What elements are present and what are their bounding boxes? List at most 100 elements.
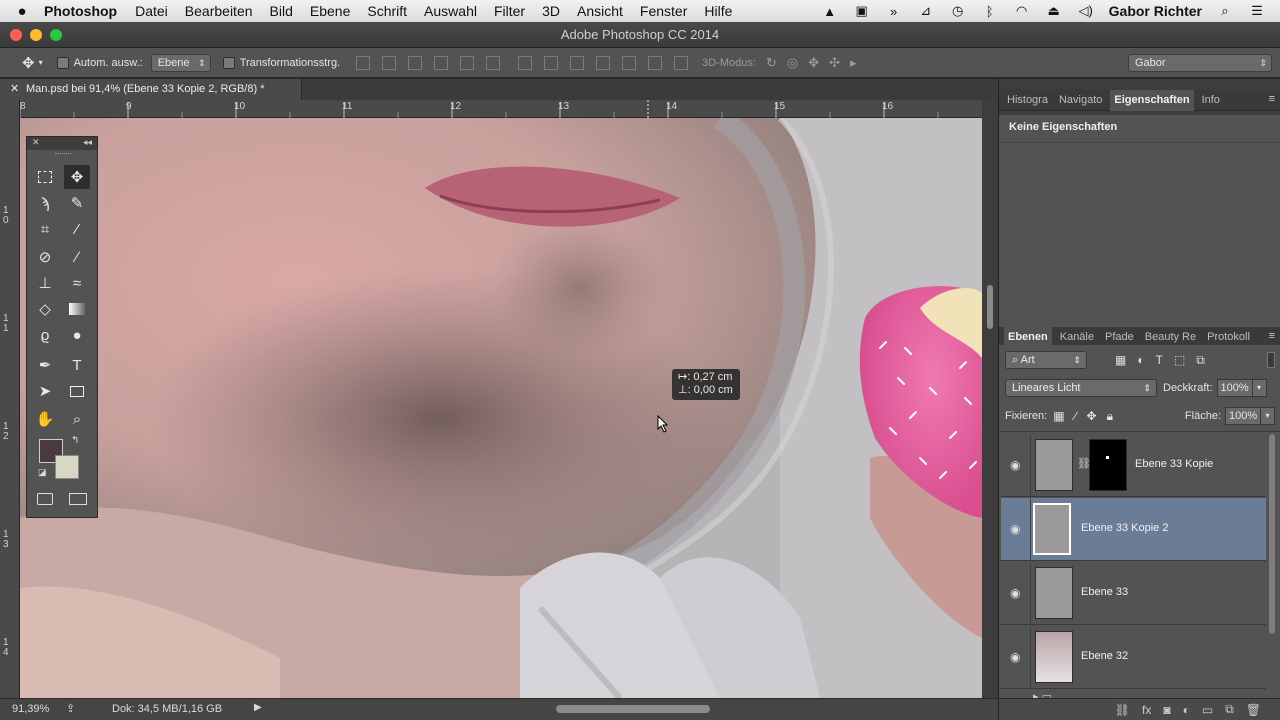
align-hcenter-icon[interactable]: [460, 55, 475, 70]
blend-mode-dropdown[interactable]: Lineares Licht: [1005, 379, 1157, 397]
tab-histogram[interactable]: Histogra: [1004, 94, 1051, 106]
distribute-top-icon[interactable]: [518, 55, 533, 70]
lock-position-icon[interactable]: ✥: [1087, 409, 1097, 424]
pen-tool-icon[interactable]: ✒: [32, 353, 58, 377]
zoom-tool-icon[interactable]: ⌕: [64, 407, 90, 431]
zoom-level[interactable]: 91,39%: [12, 703, 49, 715]
menu-bild[interactable]: Bild: [270, 3, 293, 19]
new-layer-icon[interactable]: ⧉: [1225, 702, 1234, 717]
canvas-vertical-scrollbar[interactable]: [982, 100, 998, 698]
delete-layer-icon[interactable]: 🗑︎: [1246, 703, 1261, 717]
fill-slider-toggle[interactable]: ▾: [1261, 407, 1275, 425]
bluetooth-icon[interactable]: ᛒ: [981, 4, 999, 19]
type-tool-icon[interactable]: T: [64, 353, 90, 377]
airplay-icon[interactable]: ⊿: [917, 3, 935, 18]
layer-thumbnail-photo[interactable]: [1035, 631, 1073, 683]
fastforward-icon[interactable]: »: [885, 4, 903, 19]
distribute-left-icon[interactable]: [596, 55, 611, 70]
status-menu-arrow-icon[interactable]: ▶: [254, 702, 262, 713]
layers-panel-menu-icon[interactable]: ≡: [1269, 330, 1275, 342]
lock-all-icon[interactable]: 🔒︎: [1107, 409, 1113, 424]
auto-select-dropdown[interactable]: Ebene: [150, 53, 211, 72]
properties-panel-menu-icon[interactable]: ≡: [1269, 93, 1275, 105]
align-vcenter-icon[interactable]: [382, 55, 397, 70]
gradient-tool-icon[interactable]: [64, 297, 90, 321]
align-top-icon[interactable]: [356, 55, 371, 70]
tab-history[interactable]: Protokoll: [1204, 331, 1253, 343]
visibility-eye-icon[interactable]: ◉: [1010, 458, 1020, 472]
marquee-tool-icon[interactable]: [32, 165, 58, 189]
brush-tool-icon[interactable]: ∕: [64, 245, 90, 269]
3d-rotate-icon[interactable]: ↻: [766, 55, 777, 71]
toolbox-header[interactable]: ✕ ◂◂: [27, 137, 97, 150]
menu-schrift[interactable]: Schrift: [367, 3, 407, 19]
screen-mode-icon[interactable]: [69, 493, 87, 505]
menu-ebene[interactable]: Ebene: [310, 3, 350, 19]
auto-align-icon[interactable]: [674, 55, 689, 70]
quick-mask-icon[interactable]: [37, 493, 53, 505]
visibility-eye-icon[interactable]: ◉: [1010, 522, 1020, 536]
eyedropper-tool-icon[interactable]: ⁄: [64, 217, 90, 241]
layers-scrollbar[interactable]: [1269, 434, 1275, 634]
visibility-eye-icon[interactable]: ◉: [1010, 586, 1020, 600]
menu-auswahl[interactable]: Auswahl: [424, 3, 477, 19]
zoom-window-button[interactable]: [50, 29, 62, 41]
layer-row[interactable]: ◉ ⛓ Ebene 33 Kopie: [1001, 434, 1266, 497]
tab-properties[interactable]: Eigenschaften: [1110, 89, 1194, 111]
preset-dropdown-icon[interactable]: ▾: [39, 58, 43, 67]
user-name[interactable]: Gabor Richter: [1109, 3, 1202, 19]
auto-select-checkbox[interactable]: [56, 56, 69, 69]
lock-transparency-icon[interactable]: ▦: [1053, 409, 1064, 424]
adjustment-layer-icon[interactable]: ◐: [1183, 703, 1190, 717]
display-icon[interactable]: ▣: [853, 3, 871, 18]
swap-colors-icon[interactable]: ↰: [71, 435, 79, 446]
vertical-ruler[interactable]: 1 0 1 1 1 2 1 3 1 4: [0, 100, 20, 698]
filter-toggle-switch[interactable]: [1267, 352, 1275, 368]
apple-menu-icon[interactable]: ●: [0, 3, 44, 20]
3d-scale-icon[interactable]: ▸: [850, 55, 857, 71]
rectangle-tool-icon[interactable]: [64, 379, 90, 403]
new-group-icon[interactable]: ▭: [1202, 703, 1213, 717]
layer-thumbnail[interactable]: [1033, 503, 1071, 555]
close-window-button[interactable]: [10, 29, 22, 41]
menu-3d[interactable]: 3D: [542, 3, 560, 19]
distribute-bottom-icon[interactable]: [570, 55, 585, 70]
document-tab[interactable]: ✕ Man.psd bei 91,4% (Ebene 33 Kopie 2, R…: [0, 79, 302, 100]
volume-icon[interactable]: ◁): [1077, 3, 1095, 18]
menu-ansicht[interactable]: Ansicht: [577, 3, 623, 19]
default-colors-icon[interactable]: ◪: [38, 467, 47, 478]
3d-drag-icon[interactable]: ✥: [808, 55, 819, 71]
align-right-icon[interactable]: [486, 55, 501, 70]
layer-style-fx-icon[interactable]: fx: [1142, 703, 1151, 717]
tab-navigator[interactable]: Navigato: [1056, 94, 1105, 106]
toolbox-grip[interactable]: [55, 153, 71, 155]
time-machine-icon[interactable]: ◷: [949, 3, 967, 18]
workspace-dropdown[interactable]: Gabor: [1128, 53, 1272, 72]
move-tool-icon[interactable]: ✥: [64, 165, 90, 189]
path-selection-tool-icon[interactable]: ➤: [32, 379, 58, 403]
3d-slide-icon[interactable]: ✣: [829, 55, 840, 71]
hat-icon[interactable]: ▲: [821, 4, 839, 19]
lock-pixels-icon[interactable]: ∕: [1075, 409, 1077, 424]
visibility-eye-icon[interactable]: ◉: [1010, 650, 1020, 664]
link-layers-icon[interactable]: ⛓: [1115, 703, 1130, 717]
lasso-tool-icon[interactable]: ϡ: [32, 191, 58, 215]
horizontal-scroll-thumb[interactable]: [556, 705, 710, 713]
layer-name[interactable]: Ebene 33 Kopie: [1135, 458, 1213, 470]
distribute-hcenter-icon[interactable]: [622, 55, 637, 70]
layer-row[interactable]: ◉ Ebene 32: [1001, 626, 1266, 689]
layer-thumbnail[interactable]: [1035, 567, 1073, 619]
3d-roll-icon[interactable]: ◎: [787, 55, 798, 71]
opacity-slider-toggle[interactable]: ▾: [1252, 379, 1267, 397]
align-left-icon[interactable]: [434, 55, 449, 70]
filter-shape-icon[interactable]: ⬚: [1174, 353, 1185, 368]
layer-row-selected[interactable]: ◉ Ebene 33 Kopie 2: [1001, 498, 1266, 561]
toolbox-collapse-icon[interactable]: ◂◂: [83, 137, 92, 148]
spotlight-search-icon[interactable]: ⌕: [1216, 3, 1234, 18]
distribute-right-icon[interactable]: [648, 55, 663, 70]
minimize-window-button[interactable]: [30, 29, 42, 41]
fill-input[interactable]: 100%: [1225, 407, 1261, 425]
menu-datei[interactable]: Datei: [135, 3, 168, 19]
menu-bearbeiten[interactable]: Bearbeiten: [185, 3, 253, 19]
close-document-icon[interactable]: ✕: [10, 79, 19, 100]
